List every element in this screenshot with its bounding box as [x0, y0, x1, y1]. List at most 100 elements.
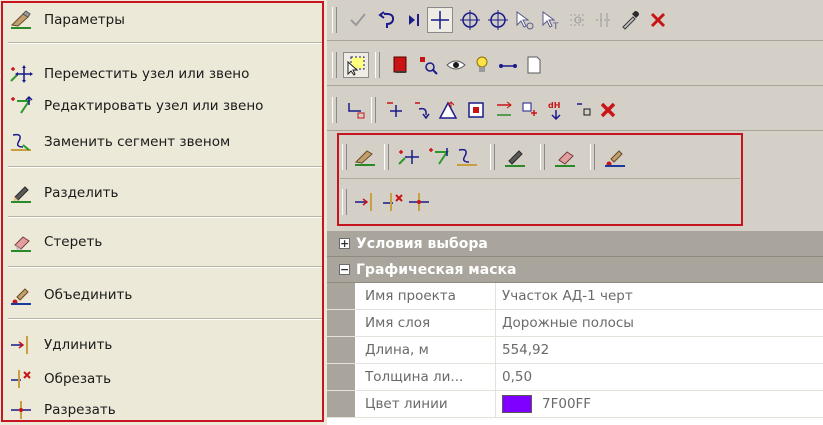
menu-separator	[8, 216, 324, 218]
toolbar-node-operations: dH	[327, 90, 823, 131]
eraser-icon	[8, 230, 34, 254]
menu-item-merge[interactable]: Объединить	[8, 283, 324, 307]
edit-node-icon[interactable]	[426, 144, 452, 170]
category-label: Графическая маска	[356, 261, 517, 278]
frame-node-icon[interactable]	[463, 97, 489, 123]
merge-pen-icon[interactable]	[602, 144, 628, 170]
delete-icon[interactable]	[595, 97, 621, 123]
pen-gear-icon	[8, 8, 34, 32]
target-segment-icon[interactable]	[485, 7, 511, 33]
color-swatch[interactable]	[502, 395, 532, 413]
move-node-icon	[8, 62, 34, 86]
menu-item-label: Параметры	[44, 12, 125, 28]
menu-item-extend[interactable]: Удлинить	[8, 333, 324, 357]
close-icon[interactable]	[645, 7, 671, 33]
step-forward-icon[interactable]	[401, 7, 427, 33]
eyedropper-icon[interactable]	[617, 7, 643, 33]
menu-item-cut[interactable]: Разрезать	[8, 398, 324, 422]
collapse-icon[interactable]: −	[339, 264, 350, 275]
polyline-icon[interactable]	[495, 52, 521, 78]
target-node-icon[interactable]	[457, 7, 483, 33]
toolbar-grip[interactable]	[332, 52, 337, 78]
crosshair-icon[interactable]	[427, 7, 453, 33]
lightbulb-icon[interactable]	[469, 52, 495, 78]
replace-segment-icon	[8, 130, 34, 154]
toolbar-grip[interactable]	[371, 97, 376, 123]
toolbar-grip[interactable]	[384, 144, 389, 170]
visibility-eye-icon[interactable]	[443, 52, 469, 78]
toolbar-edit-tools	[340, 136, 740, 179]
undo-icon[interactable]	[375, 7, 401, 33]
menu-item-label: Удлинить	[44, 337, 113, 353]
toolbar-grip[interactable]	[490, 144, 495, 170]
rectangle-select-icon[interactable]	[343, 52, 369, 78]
extend-icon	[8, 333, 34, 357]
trim-icon[interactable]	[380, 189, 406, 215]
menu-separator	[8, 42, 324, 44]
edit-node-icon	[8, 94, 34, 118]
toolbar-grip[interactable]	[540, 144, 545, 170]
toolbar-select-layers	[327, 45, 823, 86]
select-points-icon[interactable]	[511, 7, 537, 33]
height-difference-icon[interactable]: dH	[543, 97, 569, 123]
menu-item-move-node[interactable]: Переместить узел или звено	[8, 62, 324, 86]
toolbar-grip[interactable]	[590, 144, 595, 170]
property-value[interactable]: 0,50	[495, 364, 823, 390]
category-selection-conditions[interactable]: + Условия выбора	[327, 231, 823, 257]
menu-item-replace-segment[interactable]: Заменить сегмент звеном	[8, 130, 324, 154]
menu-item-edit-node[interactable]: Редактировать узел или звено	[8, 94, 324, 118]
property-value[interactable]: Дорожные полосы	[495, 310, 823, 336]
menu-item-label: Обрезать	[44, 371, 112, 387]
find-object-icon[interactable]	[415, 52, 441, 78]
grid-snap-icon[interactable]	[565, 7, 591, 33]
reverse-direction-icon[interactable]	[491, 97, 517, 123]
toolbar-grip[interactable]	[332, 97, 337, 123]
property-row-layer-name[interactable]: Имя слоя Дорожные полосы	[327, 310, 823, 337]
move-node-icon[interactable]	[396, 144, 422, 170]
menu-item-parameters[interactable]: Параметры	[8, 8, 324, 32]
select-text-icon[interactable]: T	[537, 7, 563, 33]
measure-icon[interactable]	[591, 7, 617, 33]
toolbar-grip[interactable]	[342, 189, 347, 215]
menu-item-erase[interactable]: Стереть	[8, 230, 324, 254]
property-row-line-thickness[interactable]: Толщина ли... 0,50	[327, 364, 823, 391]
check-icon[interactable]	[345, 7, 371, 33]
insert-node-icon[interactable]	[343, 97, 369, 123]
toolbar-grip[interactable]	[375, 52, 380, 78]
property-row-length[interactable]: Длина, м 554,92	[327, 337, 823, 364]
property-value[interactable]: 554,92	[495, 337, 823, 363]
property-value[interactable]: Участок АД-1 черт	[495, 283, 823, 309]
toolbar-grip[interactable]	[332, 7, 337, 33]
property-name: Толщина ли...	[365, 369, 464, 385]
toolbar-grip[interactable]	[342, 144, 347, 170]
add-node-icon[interactable]	[381, 97, 407, 123]
replace-segment-icon[interactable]	[454, 144, 480, 170]
split-pen-icon[interactable]	[502, 144, 528, 170]
property-row-project-name[interactable]: Имя проекта Участок АД-1 черт	[327, 283, 823, 310]
category-graphic-mask[interactable]: − Графическая маска	[327, 257, 823, 283]
menu-item-label: Переместить узел или звено	[44, 66, 250, 82]
split-pen-icon	[8, 181, 34, 205]
property-name: Имя проекта	[365, 288, 456, 304]
property-grid: + Условия выбора − Графическая маска Имя…	[327, 231, 823, 425]
menu-item-label: Стереть	[44, 234, 103, 250]
rotate-node-icon[interactable]	[409, 97, 435, 123]
split-node-icon[interactable]	[517, 97, 543, 123]
menu-item-label: Объединить	[44, 287, 133, 303]
menu-item-trim[interactable]: Обрезать	[8, 367, 324, 391]
menu-item-split[interactable]: Разделить	[8, 181, 324, 205]
triangle-node-icon[interactable]	[435, 97, 461, 123]
menu-separator	[8, 266, 324, 268]
pen-gear-icon[interactable]	[352, 144, 378, 170]
expand-icon[interactable]: +	[339, 238, 350, 249]
extend-icon[interactable]	[352, 189, 378, 215]
property-value-color[interactable]: 7F00FF	[495, 391, 823, 417]
layer-book-icon[interactable]	[387, 52, 413, 78]
node-to-point-icon[interactable]	[571, 97, 597, 123]
new-document-icon[interactable]	[521, 52, 547, 78]
cut-icon[interactable]	[406, 189, 432, 215]
property-row-line-color[interactable]: Цвет линии 7F00FF	[327, 391, 823, 418]
eraser-icon[interactable]	[552, 144, 578, 170]
svg-text:dH: dH	[548, 101, 560, 110]
toolbar-edit-modes: T	[327, 0, 823, 41]
